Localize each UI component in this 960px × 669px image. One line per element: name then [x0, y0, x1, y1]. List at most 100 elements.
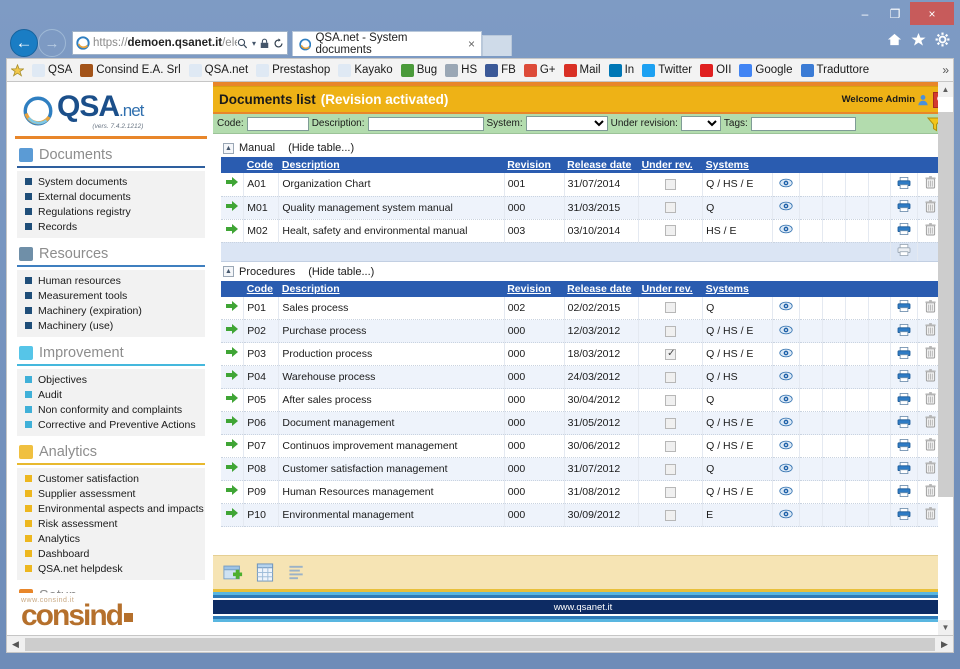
bookmark-item[interactable]: Twitter [642, 63, 692, 77]
bookmark-item[interactable]: OII [700, 63, 731, 77]
bookmark-item[interactable]: FB [485, 63, 516, 77]
filter-code-input[interactable] [246, 116, 309, 131]
filter-system-select[interactable] [525, 116, 608, 131]
green-arrow-icon[interactable] [226, 177, 239, 188]
row-print-cell[interactable] [890, 319, 919, 343]
under-revision-checkbox[interactable] [665, 371, 677, 383]
trash-icon[interactable] [925, 415, 936, 428]
sidebar-item-risk-assessment[interactable]: Risk assessment [17, 516, 205, 531]
eye-view-icon[interactable] [779, 178, 793, 188]
filter-description-input[interactable] [367, 116, 484, 131]
row-open-icon-cell[interactable] [221, 434, 245, 458]
row-print-cell[interactable] [890, 365, 919, 389]
bookmark-item[interactable]: QSA.net [188, 63, 248, 77]
row-view-cell[interactable] [772, 196, 801, 220]
trash-icon[interactable] [925, 299, 936, 313]
print-all-cell[interactable] [890, 242, 919, 262]
row-under-revision-cell[interactable] [638, 434, 704, 458]
row-open-icon-cell[interactable] [221, 388, 245, 412]
trash-icon[interactable] [925, 507, 936, 520]
partner-logo[interactable]: www.consind.it consind [7, 593, 213, 635]
eye-view-icon[interactable] [779, 394, 793, 404]
new-tab-button[interactable] [482, 35, 512, 56]
green-arrow-icon[interactable] [226, 462, 239, 473]
bookmark-item[interactable]: HS [445, 63, 477, 77]
printer-icon[interactable] [897, 300, 911, 313]
row-view-cell[interactable] [772, 388, 801, 412]
under-revision-checkbox[interactable] [665, 348, 677, 360]
row-under-revision-cell[interactable] [638, 296, 704, 320]
row-under-revision-cell[interactable] [638, 411, 704, 435]
table-row[interactable]: P03Production process00018/03/2012 Q / HS… [221, 342, 943, 366]
under-revision-checkbox[interactable] [665, 225, 677, 237]
green-arrow-icon[interactable] [226, 416, 239, 427]
table-header-revision[interactable]: Revision [504, 280, 565, 297]
bookmark-item[interactable]: Kayako [338, 63, 393, 77]
table-header-systems[interactable]: Systems [702, 157, 773, 173]
row-under-revision-cell[interactable] [638, 173, 704, 197]
printer-icon[interactable] [897, 484, 911, 497]
printer-icon[interactable] [897, 176, 911, 189]
collapse-icon[interactable]: ▲ [223, 142, 234, 154]
green-arrow-icon[interactable] [226, 370, 239, 381]
eye-view-icon[interactable] [779, 486, 793, 496]
printer-icon[interactable] [897, 223, 911, 235]
row-print-cell[interactable] [890, 219, 919, 243]
row-print-cell[interactable] [890, 196, 919, 220]
printer-icon[interactable] [897, 369, 911, 382]
eye-view-icon[interactable] [779, 201, 793, 211]
sidebar-item-objectives[interactable]: Objectives [17, 372, 205, 387]
table-header-release-date[interactable]: Release date [564, 280, 639, 297]
green-arrow-icon[interactable] [226, 485, 239, 496]
sidebar-item-environmental-aspects-and-impacts[interactable]: Environmental aspects and impacts [17, 501, 205, 516]
printer-icon[interactable] [897, 461, 911, 474]
under-revision-checkbox[interactable] [665, 440, 677, 452]
green-arrow-icon[interactable] [226, 300, 239, 312]
green-arrow-icon[interactable] [226, 324, 239, 335]
sidebar-item-human-resources[interactable]: Human resources [17, 273, 205, 288]
under-revision-checkbox[interactable] [665, 202, 677, 214]
sidebar-item-audit[interactable]: Audit [17, 387, 205, 402]
scroll-left-icon[interactable]: ◀ [7, 637, 24, 652]
minimize-button[interactable]: – [850, 2, 880, 25]
under-revision-checkbox[interactable] [665, 486, 677, 498]
row-open-icon-cell[interactable] [221, 196, 245, 220]
close-icon[interactable]: × [468, 37, 475, 51]
row-under-revision-cell[interactable] [638, 219, 704, 243]
row-open-icon-cell[interactable] [221, 296, 245, 320]
row-print-cell[interactable] [890, 480, 919, 504]
bookmark-item[interactable]: G+ [523, 63, 556, 77]
printer-icon[interactable] [897, 392, 911, 405]
sidebar-item-dashboard[interactable]: Dashboard [17, 546, 205, 561]
row-print-cell[interactable] [890, 342, 919, 366]
bookmark-item[interactable]: Prestashop [256, 63, 330, 77]
green-arrow-icon[interactable] [226, 439, 239, 450]
table-header-code[interactable]: Code [243, 280, 279, 297]
eye-view-icon[interactable] [779, 224, 793, 234]
sidebar-item-regulations-registry[interactable]: Regulations registry [17, 204, 205, 219]
bookmark-item[interactable]: In [608, 63, 634, 77]
scrollbar-thumb[interactable] [938, 112, 953, 497]
window-scrollbar-horizontal[interactable]: ◀ ▶ [6, 636, 954, 653]
row-open-icon-cell[interactable] [221, 319, 245, 343]
address-bar[interactable]: https://demoen.qsanet.it/ele ▾ [72, 31, 288, 55]
row-open-icon-cell[interactable] [221, 342, 245, 366]
trash-icon[interactable] [925, 323, 936, 336]
row-open-icon-cell[interactable] [221, 219, 245, 243]
row-view-cell[interactable] [772, 365, 801, 389]
close-button[interactable]: × [910, 2, 954, 25]
table-row[interactable]: P06 Document management 000 31/05/2012 Q / H… [221, 411, 943, 435]
row-view-cell[interactable] [772, 434, 801, 458]
row-open-icon-cell[interactable] [221, 503, 245, 527]
eye-view-icon[interactable] [779, 371, 793, 381]
trash-icon[interactable] [925, 392, 936, 405]
sidebar-item-machinery-use[interactable]: Machinery (use) [17, 318, 205, 333]
row-print-cell[interactable] [890, 173, 919, 197]
printer-icon[interactable] [897, 438, 911, 451]
sidebar-item-machinery-expiration[interactable]: Machinery (expiration) [17, 303, 205, 318]
printer-icon[interactable] [897, 415, 911, 428]
printer-icon[interactable] [897, 346, 911, 359]
table-header-under-rev[interactable]: Under rev. [638, 280, 703, 297]
trash-icon[interactable] [925, 222, 936, 236]
app-logo[interactable]: QSA.net (vers. 7.4.2.1212) [7, 82, 213, 136]
